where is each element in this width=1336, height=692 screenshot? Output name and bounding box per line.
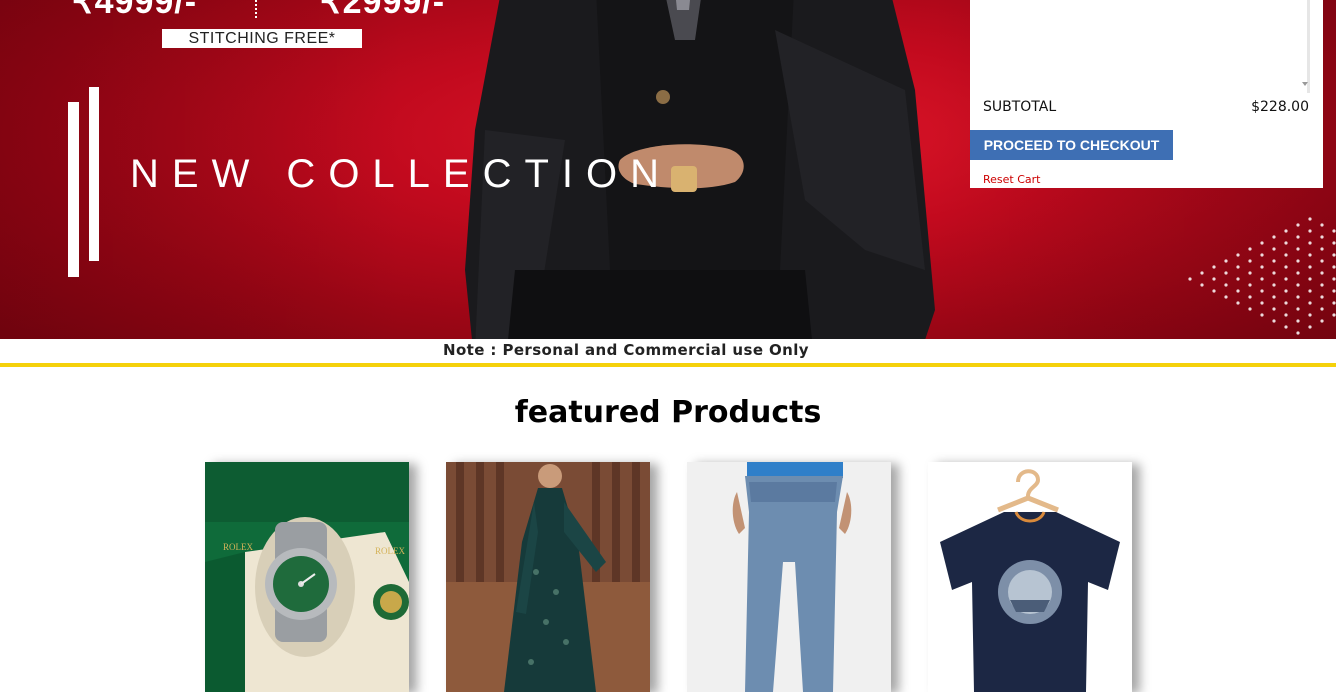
- cart-panel: SUBTOTAL $228.00 PROCEED TO CHECKOUT Res…: [970, 0, 1323, 188]
- reset-cart-link[interactable]: Reset Cart: [983, 173, 1040, 186]
- note-bar: Note : Personal and Commercial use Only: [0, 339, 1336, 367]
- hero-stitching-badge: STITCHING FREE*: [162, 29, 362, 48]
- product-card-watch[interactable]: ROLEX ROLEX: [205, 462, 409, 692]
- hero-decor-bar: [68, 102, 79, 277]
- green-ethnic-dress-image: [446, 462, 650, 692]
- scroll-down-arrow-icon[interactable]: [1302, 82, 1308, 86]
- product-card-jeans[interactable]: [687, 462, 891, 692]
- cart-scrollbar[interactable]: [1307, 0, 1310, 93]
- subtotal-value: $228.00: [1251, 99, 1309, 115]
- hero-price-divider: [255, 0, 259, 18]
- rolex-watch-image: ROLEX ROLEX: [205, 462, 409, 692]
- product-card-dress[interactable]: [446, 462, 650, 692]
- hero-headline: NEW COLLECTION: [130, 152, 673, 196]
- hero-price-right: ₹2999/-: [320, 0, 446, 21]
- featured-products-title: featured Products: [514, 395, 822, 430]
- svg-text:ROLEX: ROLEX: [223, 542, 253, 552]
- subtotal-label: SUBTOTAL: [983, 99, 1057, 115]
- svg-text:ROLEX: ROLEX: [375, 546, 405, 556]
- note-text: Note : Personal and Commercial use Only: [443, 341, 809, 359]
- hero-price-left: ₹4999/-: [72, 0, 198, 21]
- navy-tshirt-image: [928, 462, 1132, 692]
- proceed-to-checkout-button[interactable]: PROCEED TO CHECKOUT: [970, 130, 1173, 160]
- hero-decor-bar: [89, 87, 99, 261]
- hero-dots-pattern: [1188, 217, 1336, 335]
- product-card-tshirt[interactable]: [928, 462, 1132, 692]
- blue-jeans-image: [687, 462, 891, 692]
